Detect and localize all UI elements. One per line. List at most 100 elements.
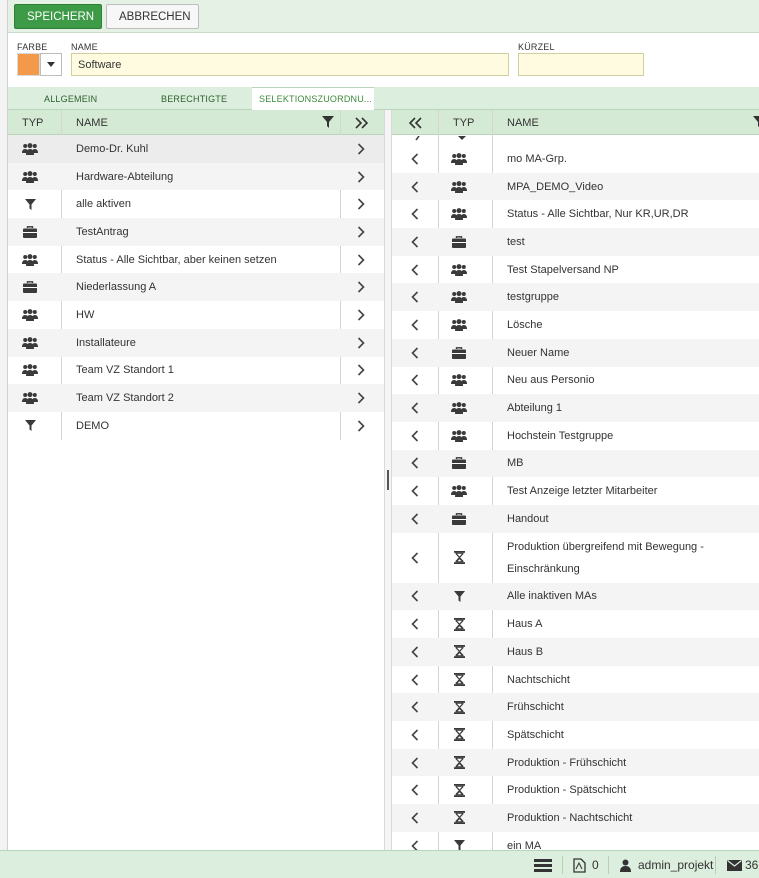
table-row[interactable]: Produktion - Frühschicht (392, 748, 759, 777)
table-row[interactable]: Neuer Name (392, 338, 759, 367)
chevron-left-icon[interactable] (411, 283, 421, 311)
chevron-left-icon[interactable] (411, 666, 421, 694)
table-row[interactable]: Installateure (8, 328, 384, 357)
short-input[interactable] (518, 53, 644, 76)
table-row[interactable]: Lösche (392, 311, 759, 339)
tab-selektionszuordnung[interactable]: SELEKTIONSZUORDNU... (252, 87, 374, 110)
chevron-right-icon[interactable] (357, 218, 367, 246)
chevron-left-icon[interactable] (411, 804, 421, 832)
table-row[interactable]: Niederlassung A (8, 273, 384, 302)
row-name: mo MA-Grp. (507, 152, 567, 165)
table-row[interactable]: Hardware-Abteilung (8, 162, 384, 191)
chevron-right-icon[interactable] (357, 190, 367, 218)
chevron-right-icon[interactable] (357, 135, 367, 163)
briefcase-icon (451, 505, 467, 533)
chevron-left-icon[interactable] (411, 200, 421, 228)
table-row[interactable]: Demo-Dr. Kuhl (8, 135, 384, 163)
chevron-left-icon[interactable] (411, 173, 421, 201)
left-col-type[interactable]: TYP (22, 110, 43, 135)
table-row[interactable]: Team VZ Standort 1 (8, 357, 384, 385)
table-row[interactable]: Haus B (392, 638, 759, 666)
table-row[interactable]: test (392, 228, 759, 256)
filter-icon[interactable] (753, 116, 759, 128)
chevron-left-icon[interactable] (411, 339, 421, 367)
right-col-name[interactable]: NAME (507, 110, 539, 135)
table-row[interactable]: DEMO (8, 412, 384, 440)
chevron-left-icon[interactable] (411, 394, 421, 422)
color-label: FARBE (17, 42, 48, 52)
left-col-name[interactable]: NAME (76, 110, 108, 135)
tab-berechtigte[interactable]: BERECHTIGTE (161, 87, 227, 110)
table-row[interactable]: Test Stapelversand NP (392, 256, 759, 284)
table-row[interactable]: testgruppe (392, 283, 759, 312)
table-row[interactable]: MB (392, 449, 759, 478)
save-button[interactable]: SPEICHERN (14, 4, 102, 29)
chevron-left-icon[interactable] (411, 832, 421, 850)
user-icon[interactable] (620, 859, 631, 872)
chevron-left-icon[interactable] (411, 311, 421, 339)
tab-allgemein[interactable]: ALLGEMEIN (44, 87, 97, 110)
chevron-left-icon[interactable] (411, 721, 421, 749)
table-row[interactable]: Nachtschicht (392, 666, 759, 694)
chevron-left-icon[interactable] (411, 776, 421, 804)
table-row[interactable]: ein MA (392, 832, 759, 850)
table-row[interactable]: Produktion - Nachtschicht (392, 804, 759, 832)
color-swatch[interactable] (17, 53, 40, 76)
chevron-left-icon[interactable] (411, 367, 421, 395)
chevron-right-icon[interactable] (357, 384, 367, 412)
right-col-type[interactable]: TYP (453, 110, 474, 135)
chevron-left-icon[interactable] (411, 256, 421, 284)
splitter-grip[interactable] (387, 470, 389, 490)
chevron-left-icon[interactable] (411, 749, 421, 777)
table-row[interactable]: Produktion - Spätschicht (392, 776, 759, 804)
chevron-left-icon[interactable] (413, 136, 421, 142)
pdf-icon[interactable] (573, 858, 586, 873)
chevron-right-icon[interactable] (357, 163, 367, 191)
chevron-left-icon[interactable] (411, 422, 421, 450)
table-row[interactable]: Hochstein Testgruppe (392, 422, 759, 450)
table-row[interactable]: TestAntrag (8, 218, 384, 246)
chevron-right-icon[interactable] (357, 357, 367, 385)
table-row[interactable]: Team VZ Standort 2 (8, 384, 384, 412)
chevron-left-icon[interactable] (411, 228, 421, 256)
chevron-left-icon[interactable] (411, 505, 421, 533)
current-user[interactable]: admin_projekt (638, 851, 713, 878)
table-row[interactable]: Status - Alle Sichtbar, Nur KR,UR,DR (392, 200, 759, 228)
chevron-left-icon[interactable] (411, 583, 421, 611)
table-row[interactable]: Status - Alle Sichtbar, aber keinen setz… (8, 246, 384, 274)
chevron-left-icon[interactable] (411, 533, 421, 583)
chevron-left-icon[interactable] (411, 477, 421, 505)
table-row[interactable]: Spätschicht (392, 721, 759, 749)
chevron-left-icon[interactable] (411, 610, 421, 638)
chevron-right-icon[interactable] (357, 273, 367, 301)
move-all-right-icon[interactable] (355, 117, 369, 129)
move-all-left-icon[interactable] (408, 117, 422, 129)
chevron-left-icon[interactable] (411, 693, 421, 721)
cancel-button[interactable]: ABBRECHEN (106, 4, 199, 29)
table-row[interactable]: Frühschicht (392, 693, 759, 722)
mail-icon[interactable] (727, 860, 742, 871)
name-input[interactable]: Software (71, 53, 509, 76)
table-row[interactable]: Alle inaktiven MAs (392, 582, 759, 611)
table-row[interactable]: Test Anzeige letzter Mitarbeiter (392, 477, 759, 505)
table-row[interactable]: Neu aus Personio (392, 367, 759, 395)
color-dropdown-button[interactable] (40, 53, 62, 76)
filter-icon[interactable] (322, 116, 334, 128)
table-row[interactable]: HW (8, 301, 384, 329)
table-row[interactable]: MPA_DEMO_Video (392, 172, 759, 201)
table-row[interactable]: alle aktiven (8, 190, 384, 218)
chevron-left-icon[interactable] (411, 450, 421, 478)
table-row[interactable]: Abteilung 1 (392, 394, 759, 422)
row-name: testgruppe (507, 291, 559, 304)
table-row[interactable]: Haus A (392, 610, 759, 638)
chevron-right-icon[interactable] (357, 412, 367, 440)
chevron-right-icon[interactable] (357, 246, 367, 274)
chevron-left-icon[interactable] (411, 145, 421, 173)
chevron-right-icon[interactable] (357, 329, 367, 357)
chevron-left-icon[interactable] (411, 638, 421, 666)
table-row[interactable]: Produktion übergreifend mit Bewegung - E… (392, 533, 759, 583)
table-row[interactable]: Handout (392, 504, 759, 533)
server-icon[interactable] (534, 859, 552, 872)
table-row[interactable]: mo MA-Grp. (392, 145, 759, 173)
chevron-right-icon[interactable] (357, 301, 367, 329)
